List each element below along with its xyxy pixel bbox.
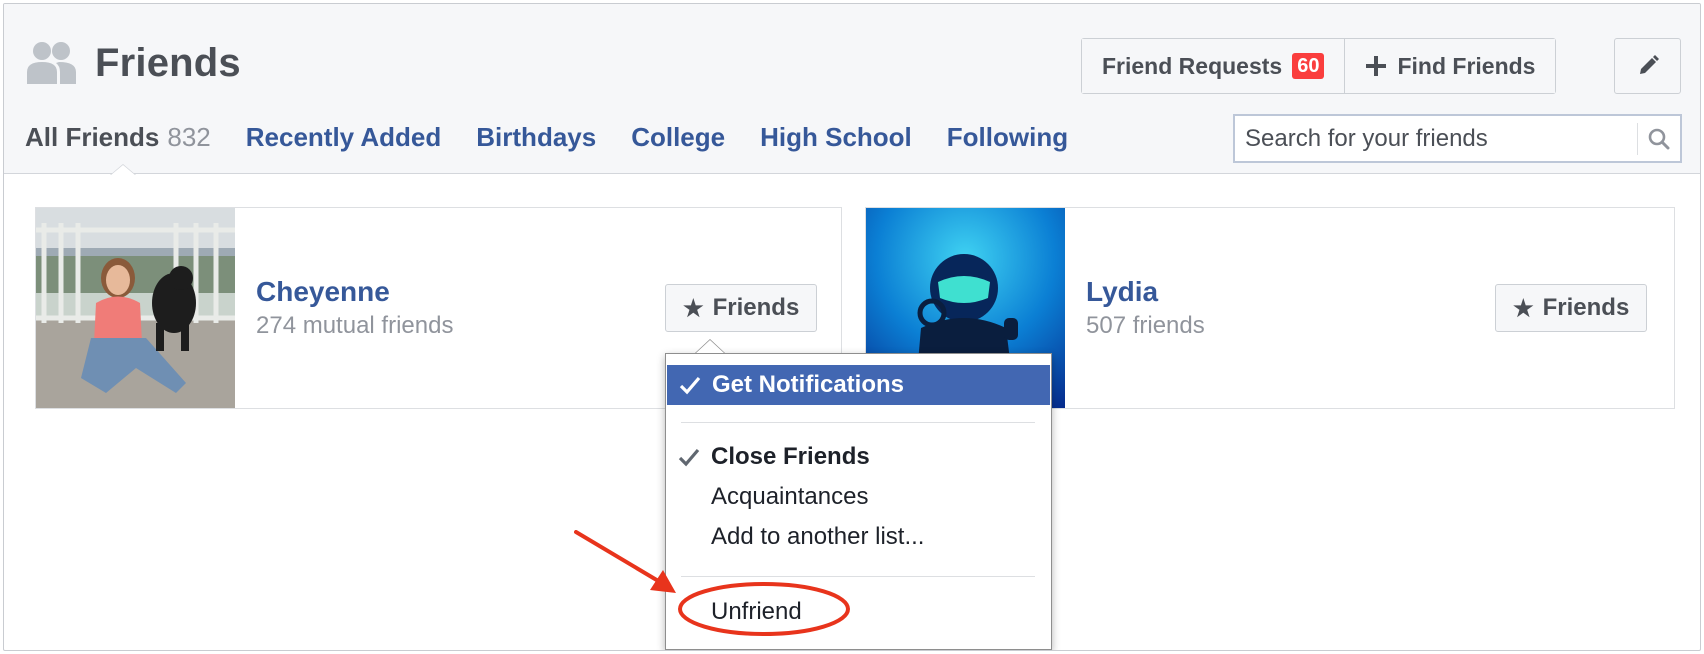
tab-birthdays[interactable]: Birthdays (476, 122, 596, 153)
friends-page: Friends Friend Requests 60 Find Friends … (3, 3, 1701, 651)
menu-item-label: Close Friends (711, 443, 870, 470)
menu-item-label: Get Notifications (712, 371, 905, 398)
star-icon: ★ (1513, 294, 1534, 321)
friend-options-menu: Get Notifications Close Friends Acquaint… (665, 353, 1052, 650)
friends-status-label: Friends (1542, 294, 1630, 321)
check-icon (679, 376, 701, 395)
active-tab-caret (110, 164, 136, 175)
friend-name[interactable]: Cheyenne (256, 276, 390, 308)
dropdown-caret (695, 339, 725, 353)
friend-name[interactable]: Lydia (1086, 276, 1158, 308)
friend-requests-label: Friend Requests (1102, 52, 1283, 79)
menu-item-label: Unfriend (711, 598, 802, 625)
star-icon: ★ (683, 294, 704, 321)
find-friends-button[interactable]: Find Friends (1344, 39, 1556, 93)
menu-item-unfriend[interactable]: Unfriend (666, 592, 1051, 632)
friends-count: 507 friends (1086, 312, 1205, 339)
tab-following[interactable]: Following (947, 122, 1068, 153)
page-title: Friends (95, 41, 241, 85)
friend-requests-count-badge: 60 (1292, 53, 1325, 79)
menu-item-label: Add to another list... (711, 523, 925, 550)
menu-item-add-to-list[interactable]: Add to another list... (666, 517, 1051, 557)
header-button-group: Friend Requests 60 Find Friends (1081, 38, 1557, 94)
friends-status-button[interactable]: ★ Friends (1495, 284, 1648, 332)
tab-all-friends[interactable]: All Friends 832 (25, 122, 211, 153)
friends-status-button[interactable]: ★ Friends (665, 284, 818, 332)
all-friends-count: 832 (167, 122, 211, 152)
friends-search-input[interactable] (1235, 116, 1637, 161)
plus-icon (1365, 55, 1387, 77)
check-icon (678, 448, 700, 467)
friends-status-label: Friends (712, 294, 800, 321)
pencil-icon (1639, 55, 1659, 74)
mutual-friends-count: 274 mutual friends (256, 312, 454, 339)
tab-high-school[interactable]: High School (760, 122, 912, 153)
tab-label: All Friends (25, 122, 160, 152)
friend-requests-button[interactable]: Friend Requests 60 (1082, 39, 1345, 93)
search-button[interactable] (1638, 116, 1680, 161)
friends-tabs: All Friends 832 Recently Added Birthdays … (25, 122, 1103, 153)
menu-divider (681, 422, 1035, 423)
menu-item-acquaintances[interactable]: Acquaintances (666, 477, 1051, 517)
menu-item-label: Acquaintances (711, 483, 869, 510)
search-icon (1648, 128, 1670, 149)
find-friends-label: Find Friends (1397, 52, 1536, 79)
friend-photo[interactable] (36, 208, 235, 408)
tab-recently-added[interactable]: Recently Added (246, 122, 442, 153)
edit-button[interactable] (1614, 38, 1681, 94)
menu-divider (681, 576, 1035, 577)
blank-panel (1047, 434, 1681, 638)
menu-item-get-notifications[interactable]: Get Notifications (667, 365, 1050, 405)
tab-college[interactable]: College (631, 122, 725, 153)
friends-icon (27, 42, 76, 84)
friends-header: Friends Friend Requests 60 Find Friends … (4, 4, 1700, 174)
menu-item-close-friends[interactable]: Close Friends (666, 437, 1051, 477)
friends-search-box (1233, 114, 1682, 163)
